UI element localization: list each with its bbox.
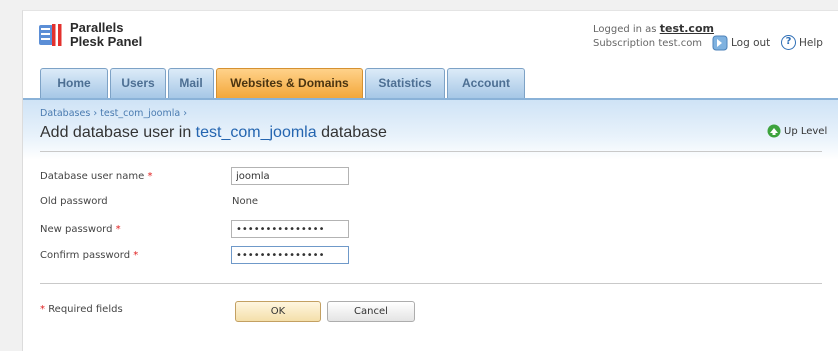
- subscription-info: Subscription test.com: [593, 38, 703, 49]
- divider: [40, 283, 822, 284]
- breadcrumb: Databases › test_com_joomla ›: [40, 108, 187, 119]
- new-password-label-text: New password: [40, 224, 113, 235]
- logged-in-prefix: Logged in as: [593, 24, 657, 35]
- required-fields-note: * Required fields: [40, 304, 123, 315]
- logout-label: Log out: [731, 37, 771, 49]
- breadcrumb-test-com-joomla[interactable]: test_com_joomla: [100, 108, 180, 119]
- confirm-password-label: Confirm password *: [40, 250, 138, 261]
- page-title-database: test_com_joomla: [195, 124, 317, 141]
- required-fields-text: Required fields: [48, 304, 123, 315]
- required-marker: *: [133, 250, 139, 261]
- tab-account[interactable]: Account: [447, 68, 525, 98]
- brand-name: Parallels Plesk Panel: [70, 21, 142, 49]
- tab-mail[interactable]: Mail: [168, 68, 214, 98]
- logout-icon: [712, 35, 728, 51]
- breadcrumb-separator: ›: [183, 108, 188, 119]
- cancel-button[interactable]: Cancel: [327, 301, 415, 322]
- tab-websites-domains[interactable]: Websites & Domains: [216, 68, 363, 98]
- db-user-name-input[interactable]: [231, 167, 349, 185]
- page-title-suffix: database: [321, 124, 387, 141]
- logout-button[interactable]: Log out: [712, 35, 770, 51]
- ok-button[interactable]: OK: [235, 301, 321, 322]
- new-password-input[interactable]: [231, 220, 349, 238]
- plesk-panel-window: Parallels Plesk Panel Logged in as test.…: [22, 10, 838, 351]
- confirm-password-label-text: Confirm password: [40, 250, 131, 261]
- parallels-logo-icon: [39, 24, 62, 46]
- tab-home[interactable]: Home: [40, 68, 108, 98]
- old-password-value: None: [232, 196, 259, 207]
- help-icon: ?: [781, 35, 796, 50]
- breadcrumb-separator: ›: [93, 108, 98, 119]
- tab-users[interactable]: Users: [110, 68, 166, 98]
- required-marker: *: [40, 304, 45, 315]
- login-info: Logged in as test.com Subscription test.…: [593, 22, 714, 51]
- up-level-button[interactable]: Up Level: [767, 124, 827, 138]
- divider: [40, 151, 822, 152]
- main-nav-tabs: Home Users Mail Websites & Domains Stati…: [40, 68, 527, 98]
- old-password-label: Old password: [40, 196, 108, 207]
- up-level-label: Up Level: [784, 125, 828, 137]
- required-marker: *: [115, 224, 121, 235]
- brand-line-2: Plesk Panel: [70, 34, 143, 49]
- brand-line-1: Parallels: [70, 20, 124, 35]
- breadcrumb-databases[interactable]: Databases: [40, 108, 90, 119]
- confirm-password-input[interactable]: [231, 246, 349, 264]
- help-label: Help: [799, 36, 823, 49]
- new-password-label: New password *: [40, 224, 121, 235]
- tab-statistics[interactable]: Statistics: [365, 68, 445, 98]
- help-button[interactable]: ? Help: [781, 35, 823, 50]
- logged-in-user-link[interactable]: test.com: [660, 22, 714, 35]
- up-level-arrow-icon: [767, 124, 781, 138]
- page-title: Add database user in test_com_joomla dat…: [40, 124, 387, 142]
- db-user-name-label: Database user name *: [40, 171, 152, 182]
- page-title-prefix: Add database user in: [40, 124, 192, 141]
- db-user-name-label-text: Database user name: [40, 171, 145, 182]
- required-marker: *: [147, 171, 153, 182]
